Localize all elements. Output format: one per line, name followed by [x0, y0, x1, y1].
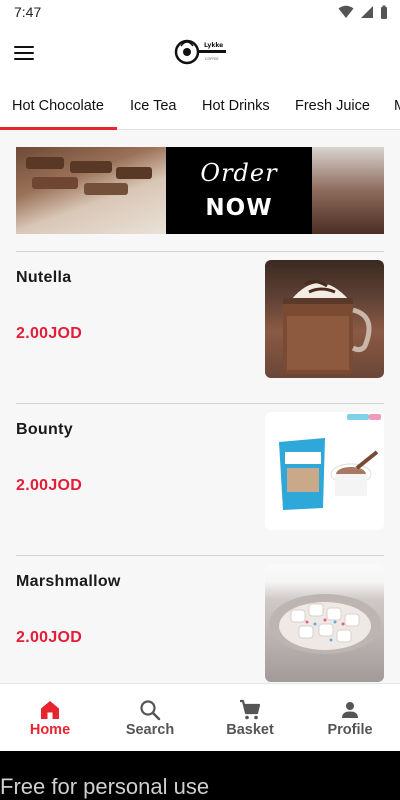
product-price: 2.00JOD — [16, 477, 83, 494]
logo-graphic: Lykke COFFEE — [172, 24, 228, 80]
product-item-nutella[interactable]: Nutella 2.00JOD — [0, 260, 400, 409]
product-name: Bounty — [16, 421, 73, 438]
app-screen: 7:47 Lykke COFFEE Hot Chocolate Ice Tea … — [0, 0, 400, 751]
svg-text:COFFEE: COFFEE — [205, 57, 219, 61]
product-name: Marshmallow — [16, 573, 121, 590]
product-name: Nutella — [16, 269, 72, 286]
chocolate-piece — [116, 167, 152, 179]
watermark-text: Free for personal use — [0, 774, 210, 799]
tab-ice-tea[interactable]: Ice Tea — [130, 82, 177, 129]
nav-label: Home — [29, 722, 71, 738]
nav-home[interactable]: Home — [0, 684, 100, 751]
tab-hot-drinks[interactable]: Hot Drinks — [202, 82, 270, 129]
category-tabs: Hot Chocolate Ice Tea Hot Drinks Fresh J… — [0, 82, 400, 130]
nav-profile[interactable]: Profile — [300, 684, 400, 751]
status-icons — [338, 5, 388, 19]
product-price: 2.00JOD — [16, 325, 83, 342]
product-item-bounty[interactable]: Bounty 2.00JOD — [0, 412, 400, 561]
chocolate-piece — [84, 183, 128, 195]
battery-icon — [381, 5, 387, 19]
divider — [16, 555, 384, 556]
product-image-bounty — [265, 412, 384, 530]
nav-basket[interactable]: Basket — [200, 684, 300, 751]
nav-label: Profile — [327, 722, 373, 738]
product-image-nutella — [265, 260, 384, 378]
banner-title: Order — [200, 159, 278, 187]
banner-text-panel: Order NOW — [166, 147, 312, 234]
product-image-marshmallow — [265, 564, 384, 682]
tab-fresh-juice[interactable]: Fresh Juice — [295, 82, 370, 129]
banner-subtitle: NOW — [205, 195, 273, 221]
banner-chocolate-image — [16, 147, 166, 234]
chocolate-piece — [26, 157, 64, 169]
signal-icon — [361, 6, 373, 18]
chocolate-piece — [32, 177, 78, 189]
search-icon — [140, 700, 161, 721]
tab-hot-chocolate[interactable]: Hot Chocolate — [12, 82, 104, 129]
svg-text:Lykke: Lykke — [204, 42, 223, 49]
home-icon — [41, 701, 59, 719]
wifi-icon — [338, 5, 354, 18]
active-tab-indicator — [0, 127, 117, 130]
nav-label: Search — [125, 722, 175, 738]
cart-icon — [240, 699, 261, 720]
chocolate-piece — [70, 161, 112, 173]
divider — [16, 403, 384, 404]
nav-search[interactable]: Search — [100, 684, 200, 751]
person-icon — [342, 702, 358, 718]
app-bar: Lykke COFFEE — [0, 24, 400, 82]
bottom-navigation: Home Search Basket Profile — [0, 683, 400, 751]
menu-button[interactable] — [10, 39, 38, 67]
banner-drink-image — [312, 147, 384, 234]
hamburger-line — [14, 58, 34, 60]
tab-more[interactable]: M — [394, 82, 400, 129]
hamburger-line — [14, 46, 34, 48]
nav-label: Basket — [226, 722, 274, 738]
status-bar: 7:47 — [0, 0, 400, 24]
brand-logo: Lykke COFFEE — [172, 24, 228, 80]
hamburger-line — [14, 52, 34, 54]
status-time: 7:47 — [14, 4, 42, 20]
product-price: 2.00JOD — [16, 629, 83, 646]
divider — [16, 251, 384, 252]
order-now-banner[interactable]: Order NOW — [16, 147, 384, 234]
